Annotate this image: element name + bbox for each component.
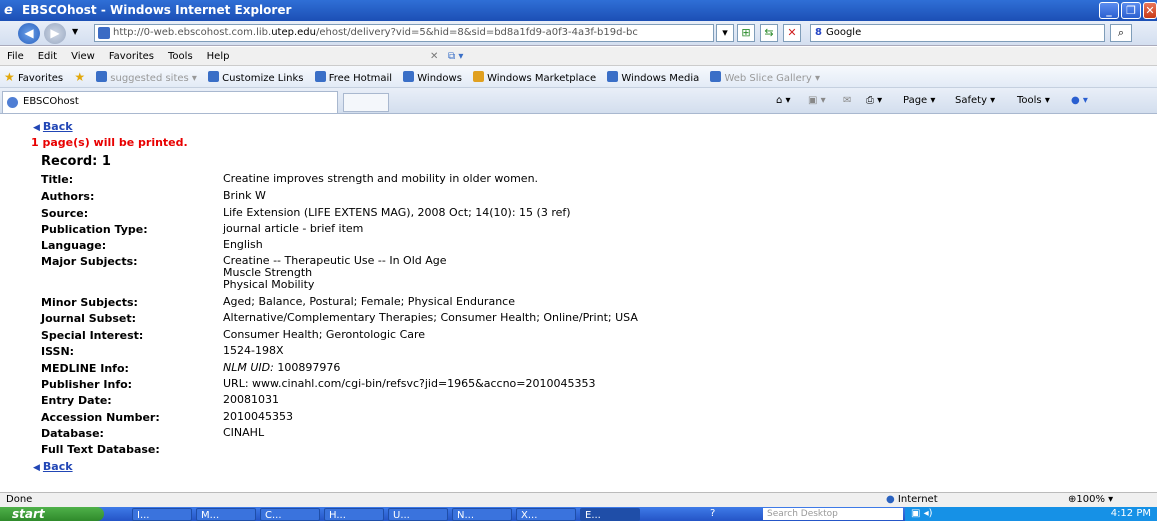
ie-page-icon <box>314 71 326 82</box>
ebsco-favicon-icon <box>7 97 18 108</box>
globe-icon: ● <box>886 494 895 505</box>
quicklaunch-help-icon[interactable]: ? <box>710 507 715 521</box>
refresh-icon[interactable]: ⇆ <box>760 24 778 42</box>
mail-icon[interactable]: ✉ <box>843 88 851 114</box>
record-heading: Record: 1 <box>41 154 111 169</box>
print-notice: 1 page(s) will be printed. <box>31 136 188 149</box>
taskbar-item-1[interactable]: I... <box>132 508 192 521</box>
menu-bar: File Edit View Favorites Tools Help ✕ ⧉ ▾ <box>0 47 1157 66</box>
help-icon[interactable]: ● ▾ <box>1071 88 1088 114</box>
ie-logo-icon: e <box>4 3 13 18</box>
ie-page-icon <box>403 71 415 82</box>
home-icon[interactable]: ⌂ ▾ <box>776 88 791 114</box>
search-input[interactable]: 8 Google <box>810 24 1105 42</box>
back-nav-button[interactable]: ◀ <box>18 23 40 44</box>
taskbar-item-8[interactable]: E... <box>580 508 640 521</box>
taskbar-item-3[interactable]: C... <box>260 508 320 521</box>
menu-favorites[interactable]: Favorites <box>102 47 161 66</box>
google-icon: 8 <box>815 27 822 38</box>
favorites-button[interactable]: ★ Favorites <box>4 66 63 90</box>
menu-file[interactable]: File <box>0 47 31 66</box>
history-dropdown-icon[interactable]: ▼ <box>72 27 78 36</box>
feeds-icon[interactable]: ▣ ▾ <box>808 88 826 114</box>
add-favorite-icon[interactable]: ★ <box>74 66 85 90</box>
close-toolbar-icon[interactable]: ✕ <box>430 47 438 66</box>
desktop-search-input[interactable]: Search Desktop <box>763 508 903 520</box>
fav-windows-media[interactable]: Windows Media <box>607 68 699 90</box>
ie-page-icon <box>710 71 722 82</box>
windows-flag-icon <box>473 71 485 82</box>
system-tray: ▣ ◂) 4:12 PM <box>905 507 1157 521</box>
close-button[interactable]: ✕ <box>1143 2 1157 19</box>
page-menu[interactable]: Page ▾ <box>903 88 935 114</box>
fav-customize-links[interactable]: Customize Links <box>208 68 304 90</box>
menu-view[interactable]: View <box>64 47 102 66</box>
taskbar-item-2[interactable]: M... <box>196 508 256 521</box>
zoom-level[interactable]: ⊕100% ▾ <box>1068 493 1113 507</box>
menu-help[interactable]: Help <box>200 47 237 66</box>
convert-icon[interactable]: ⧉ ▾ <box>448 47 463 66</box>
address-toolbar: ◀ ▶ ▼ http://0-web.ebscohost.com.lib.ute… <box>0 21 1157 46</box>
site-favicon-icon <box>98 27 110 39</box>
taskbar: start I... M... C... H... U... N... X...… <box>0 507 1157 521</box>
favorites-star-icon: ★ <box>4 70 15 84</box>
fav-windows-marketplace[interactable]: Windows Marketplace <box>473 68 596 90</box>
window-title: EBSCOhost - Windows Internet Explorer <box>22 3 292 17</box>
back-arrow-icon: ◀ <box>33 123 40 133</box>
print-icon[interactable]: ⎙ ▾ <box>866 88 882 114</box>
tab-bar: EBSCOhost ⌂ ▾ ▣ ▾ ✉ ⎙ ▾ Page ▾ Safety ▾ … <box>0 88 1157 114</box>
status-bar: Done ● Internet ⊕100% ▾ <box>0 492 1157 507</box>
menu-edit[interactable]: Edit <box>31 47 64 66</box>
tab-ebscohost[interactable]: EBSCOhost <box>2 91 338 113</box>
stop-icon[interactable]: ✕ <box>783 24 801 42</box>
safety-menu[interactable]: Safety ▾ <box>955 88 995 114</box>
search-button[interactable]: ⌕ <box>1110 24 1132 42</box>
network-icon: ▣ <box>911 508 921 519</box>
taskbar-item-7[interactable]: X... <box>516 508 576 521</box>
fav-free-hotmail[interactable]: Free Hotmail <box>314 68 392 90</box>
fav-suggested-sites[interactable]: suggested sites ▾ <box>96 68 197 90</box>
menu-tools[interactable]: Tools <box>161 47 200 66</box>
window-titlebar: e EBSCOhost - Windows Internet Explorer … <box>0 0 1157 21</box>
forward-nav-button[interactable]: ▶ <box>44 23 66 44</box>
fav-windows[interactable]: Windows <box>403 68 462 90</box>
fav-web-slice-gallery[interactable]: Web Slice Gallery ▾ <box>710 68 820 90</box>
clock: 4:12 PM <box>1110 508 1151 519</box>
back-link-top[interactable]: ◀ Back <box>33 120 73 133</box>
taskbar-item-4[interactable]: H... <box>324 508 384 521</box>
compatibility-view-icon[interactable]: ⊞ <box>737 24 755 42</box>
address-input[interactable]: http://0-web.ebscohost.com.lib.utep.edu/… <box>94 24 714 42</box>
maximize-button[interactable]: ❐ <box>1121 2 1141 19</box>
volume-icon: ◂) <box>923 508 933 519</box>
back-link-bottom[interactable]: ◀ Back <box>33 460 73 473</box>
ie-page-icon <box>607 71 619 82</box>
tools-menu[interactable]: Tools ▾ <box>1017 88 1050 114</box>
ie-page-icon <box>96 71 108 82</box>
status-text: Done <box>6 494 33 505</box>
ie-page-icon <box>208 71 220 82</box>
favorites-bar: ★ Favorites ★ suggested sites ▾ Customiz… <box>0 66 1157 88</box>
zone-indicator: ● Internet <box>886 494 938 505</box>
address-dropdown-button[interactable]: ▾ <box>716 24 734 42</box>
page-content: ◀ Back 1 page(s) will be printed. Record:… <box>0 114 1157 492</box>
new-tab-button[interactable] <box>343 93 389 112</box>
minimize-button[interactable]: _ <box>1099 2 1119 19</box>
taskbar-item-6[interactable]: N... <box>452 508 512 521</box>
taskbar-item-5[interactable]: U... <box>388 508 448 521</box>
back-arrow-icon: ◀ <box>33 463 40 473</box>
start-button[interactable]: start <box>0 507 104 521</box>
